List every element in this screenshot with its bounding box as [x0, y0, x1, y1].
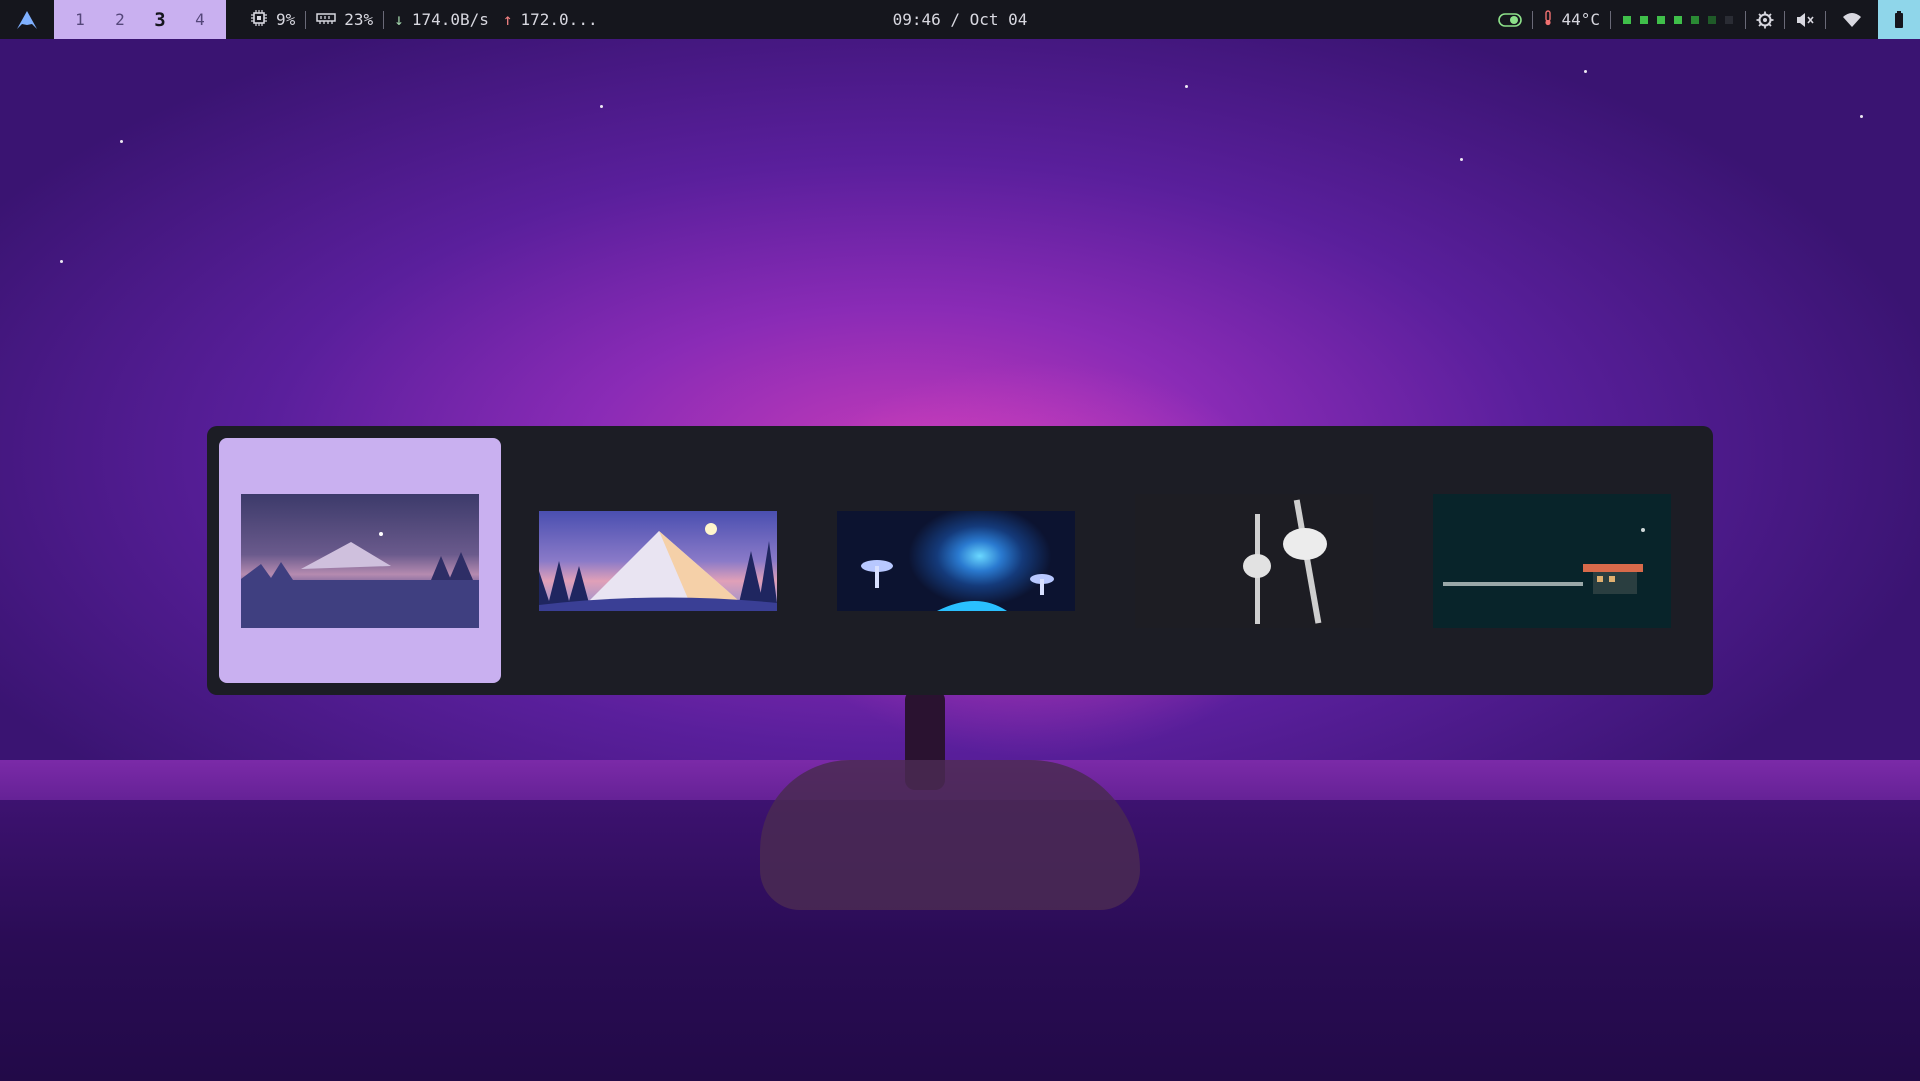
wallpaper-star: [1460, 158, 1463, 161]
activity-dot: [1725, 15, 1733, 24]
thumbnail-night-gas-station: [1433, 493, 1671, 628]
toggle-icon[interactable]: [1488, 0, 1532, 39]
activity-dot: [1674, 15, 1682, 24]
wallpaper-switcher: [207, 426, 1713, 695]
cpu-widget[interactable]: 9%: [226, 0, 305, 39]
memory-widget[interactable]: 23%: [306, 0, 383, 39]
network-widget[interactable]: ↓ 174.0B/s ↑ 172.0...: [384, 0, 607, 39]
memory-icon: [316, 10, 337, 29]
wifi-icon[interactable]: [1826, 0, 1878, 39]
thumbnail-hands-with-katana: [1135, 493, 1373, 628]
battery-icon[interactable]: [1878, 0, 1920, 39]
wallpaper-car: [760, 760, 1140, 910]
wallpaper-star: [600, 105, 603, 108]
thumbnail-mushroom-cave: [837, 510, 1075, 611]
activity-dots: [1611, 15, 1745, 24]
arch-logo-icon[interactable]: [0, 0, 54, 39]
wallpaper-star: [1584, 70, 1587, 73]
wallpaper-star: [1185, 85, 1188, 88]
activity-dot: [1657, 15, 1665, 24]
wallpaper-option-2[interactable]: [517, 438, 799, 683]
temperature-widget[interactable]: 44°C: [1533, 0, 1610, 39]
clock[interactable]: 09:46 / Oct 04: [893, 0, 1028, 39]
activity-dot: [1691, 15, 1699, 24]
gear-icon[interactable]: [1746, 0, 1784, 39]
status-bar: 1 2 3 4 9% 23% ↓ 174.0B/s ↑ 172.0... 09:…: [0, 0, 1920, 39]
wallpaper-star: [1860, 115, 1863, 118]
wallpaper-option-selected[interactable]: [219, 438, 501, 683]
workspace-4[interactable]: 4: [180, 10, 220, 29]
activity-dot: [1623, 15, 1631, 24]
wallpaper-star: [120, 140, 123, 143]
wallpaper-star: [60, 260, 63, 263]
thumbnail-purple-mountain-dusk: [241, 493, 479, 628]
status-right: 44°C: [1488, 0, 1920, 39]
workspace-3[interactable]: 3: [140, 9, 180, 31]
net-down-value: 174.0B/s: [411, 10, 489, 29]
temperature-value: 44°C: [1561, 10, 1600, 29]
workspace-1[interactable]: 1: [60, 10, 100, 29]
thumbnail-snowy-mountain-moon: [539, 510, 777, 611]
workspace-switcher: 1 2 3 4: [54, 0, 226, 39]
arrow-up-icon: ↑: [502, 10, 513, 29]
workspace-2[interactable]: 2: [100, 10, 140, 29]
activity-dot: [1640, 15, 1648, 24]
cpu-value: 9%: [276, 10, 296, 29]
wallpaper-option-3[interactable]: [815, 438, 1097, 683]
wallpaper-option-5[interactable]: [1411, 438, 1693, 683]
thermometer-icon: [1543, 9, 1553, 30]
wallpaper-option-4[interactable]: [1113, 438, 1395, 683]
memory-value: 23%: [344, 10, 374, 29]
arrow-down-icon: ↓: [394, 10, 404, 29]
activity-dot: [1708, 15, 1716, 24]
speaker-muted-icon[interactable]: [1785, 0, 1825, 39]
net-up-value: 172.0...: [520, 10, 598, 29]
cpu-icon: [250, 9, 268, 31]
